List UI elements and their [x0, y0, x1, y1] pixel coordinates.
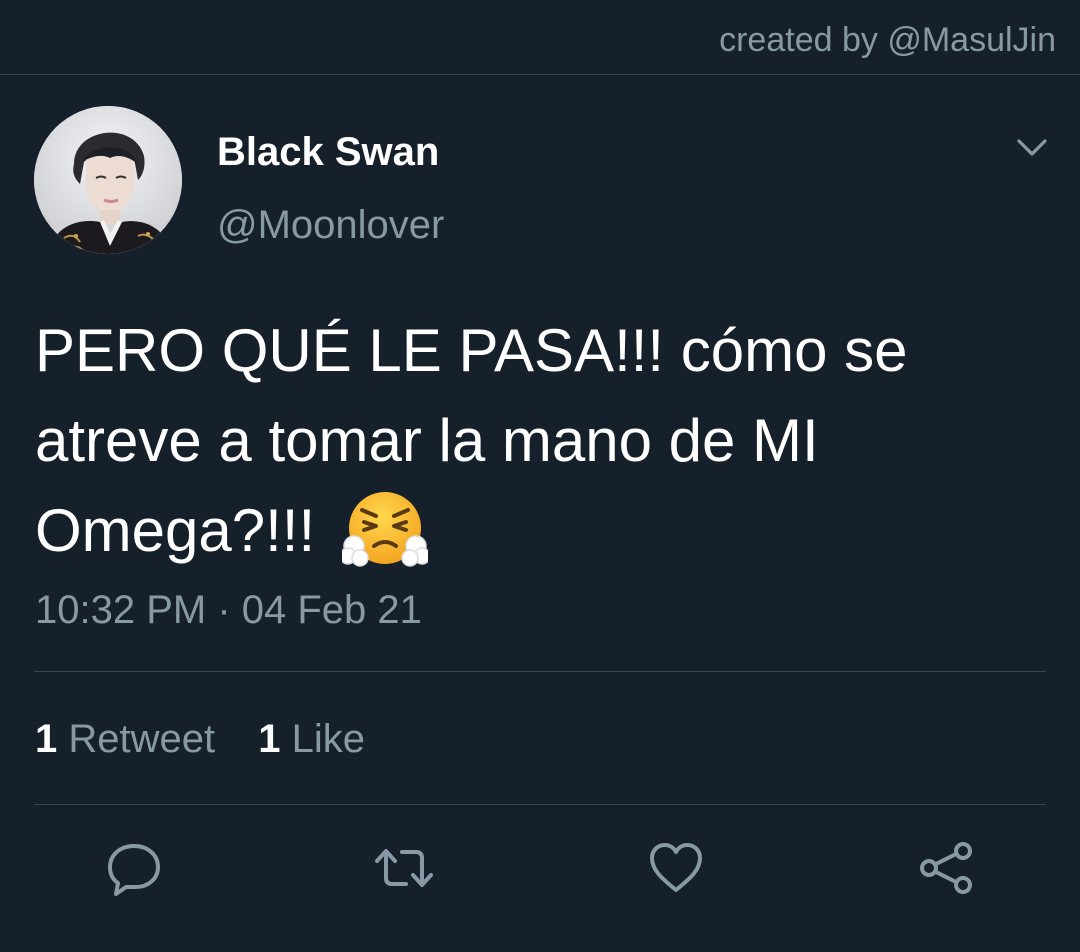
- retweets-label: Retweet: [68, 717, 216, 761]
- tweet-screen: created by @MasulJin Black Swan @Moonlov…: [0, 0, 1080, 952]
- user-handle[interactable]: @Moonlover: [217, 201, 444, 249]
- retweets-stat[interactable]: 1 Retweet: [35, 717, 226, 761]
- heart-icon[interactable]: [646, 838, 706, 898]
- tweet-text: PERO QUÉ LE PASA!!! cómo se atreve a tom…: [35, 306, 1035, 576]
- tweet-timestamp[interactable]: 10:32 PM · 04 Feb 21: [35, 586, 422, 634]
- face-with-steam-from-nose-icon: [341, 492, 428, 567]
- likes-count: 1: [258, 717, 281, 761]
- engagement-stats: 1 Retweet 1 Like: [35, 715, 397, 763]
- chevron-down-icon[interactable]: [1014, 130, 1050, 166]
- credit-text: created by @MasulJin: [719, 21, 1056, 59]
- retweet-icon[interactable]: [374, 838, 434, 898]
- display-name[interactable]: Black Swan: [217, 128, 439, 176]
- tweet-body: PERO QUÉ LE PASA!!! cómo se atreve a tom…: [35, 317, 908, 564]
- reply-icon[interactable]: [104, 838, 164, 898]
- divider: [34, 671, 1046, 672]
- divider: [34, 804, 1046, 805]
- share-icon[interactable]: [916, 838, 976, 898]
- avatar-image: [34, 106, 182, 254]
- likes-stat[interactable]: 1 Like: [258, 717, 365, 761]
- top-bar: created by @MasulJin: [0, 0, 1080, 75]
- retweets-count: 1: [35, 717, 58, 761]
- likes-label: Like: [291, 717, 366, 761]
- avatar[interactable]: [34, 106, 182, 254]
